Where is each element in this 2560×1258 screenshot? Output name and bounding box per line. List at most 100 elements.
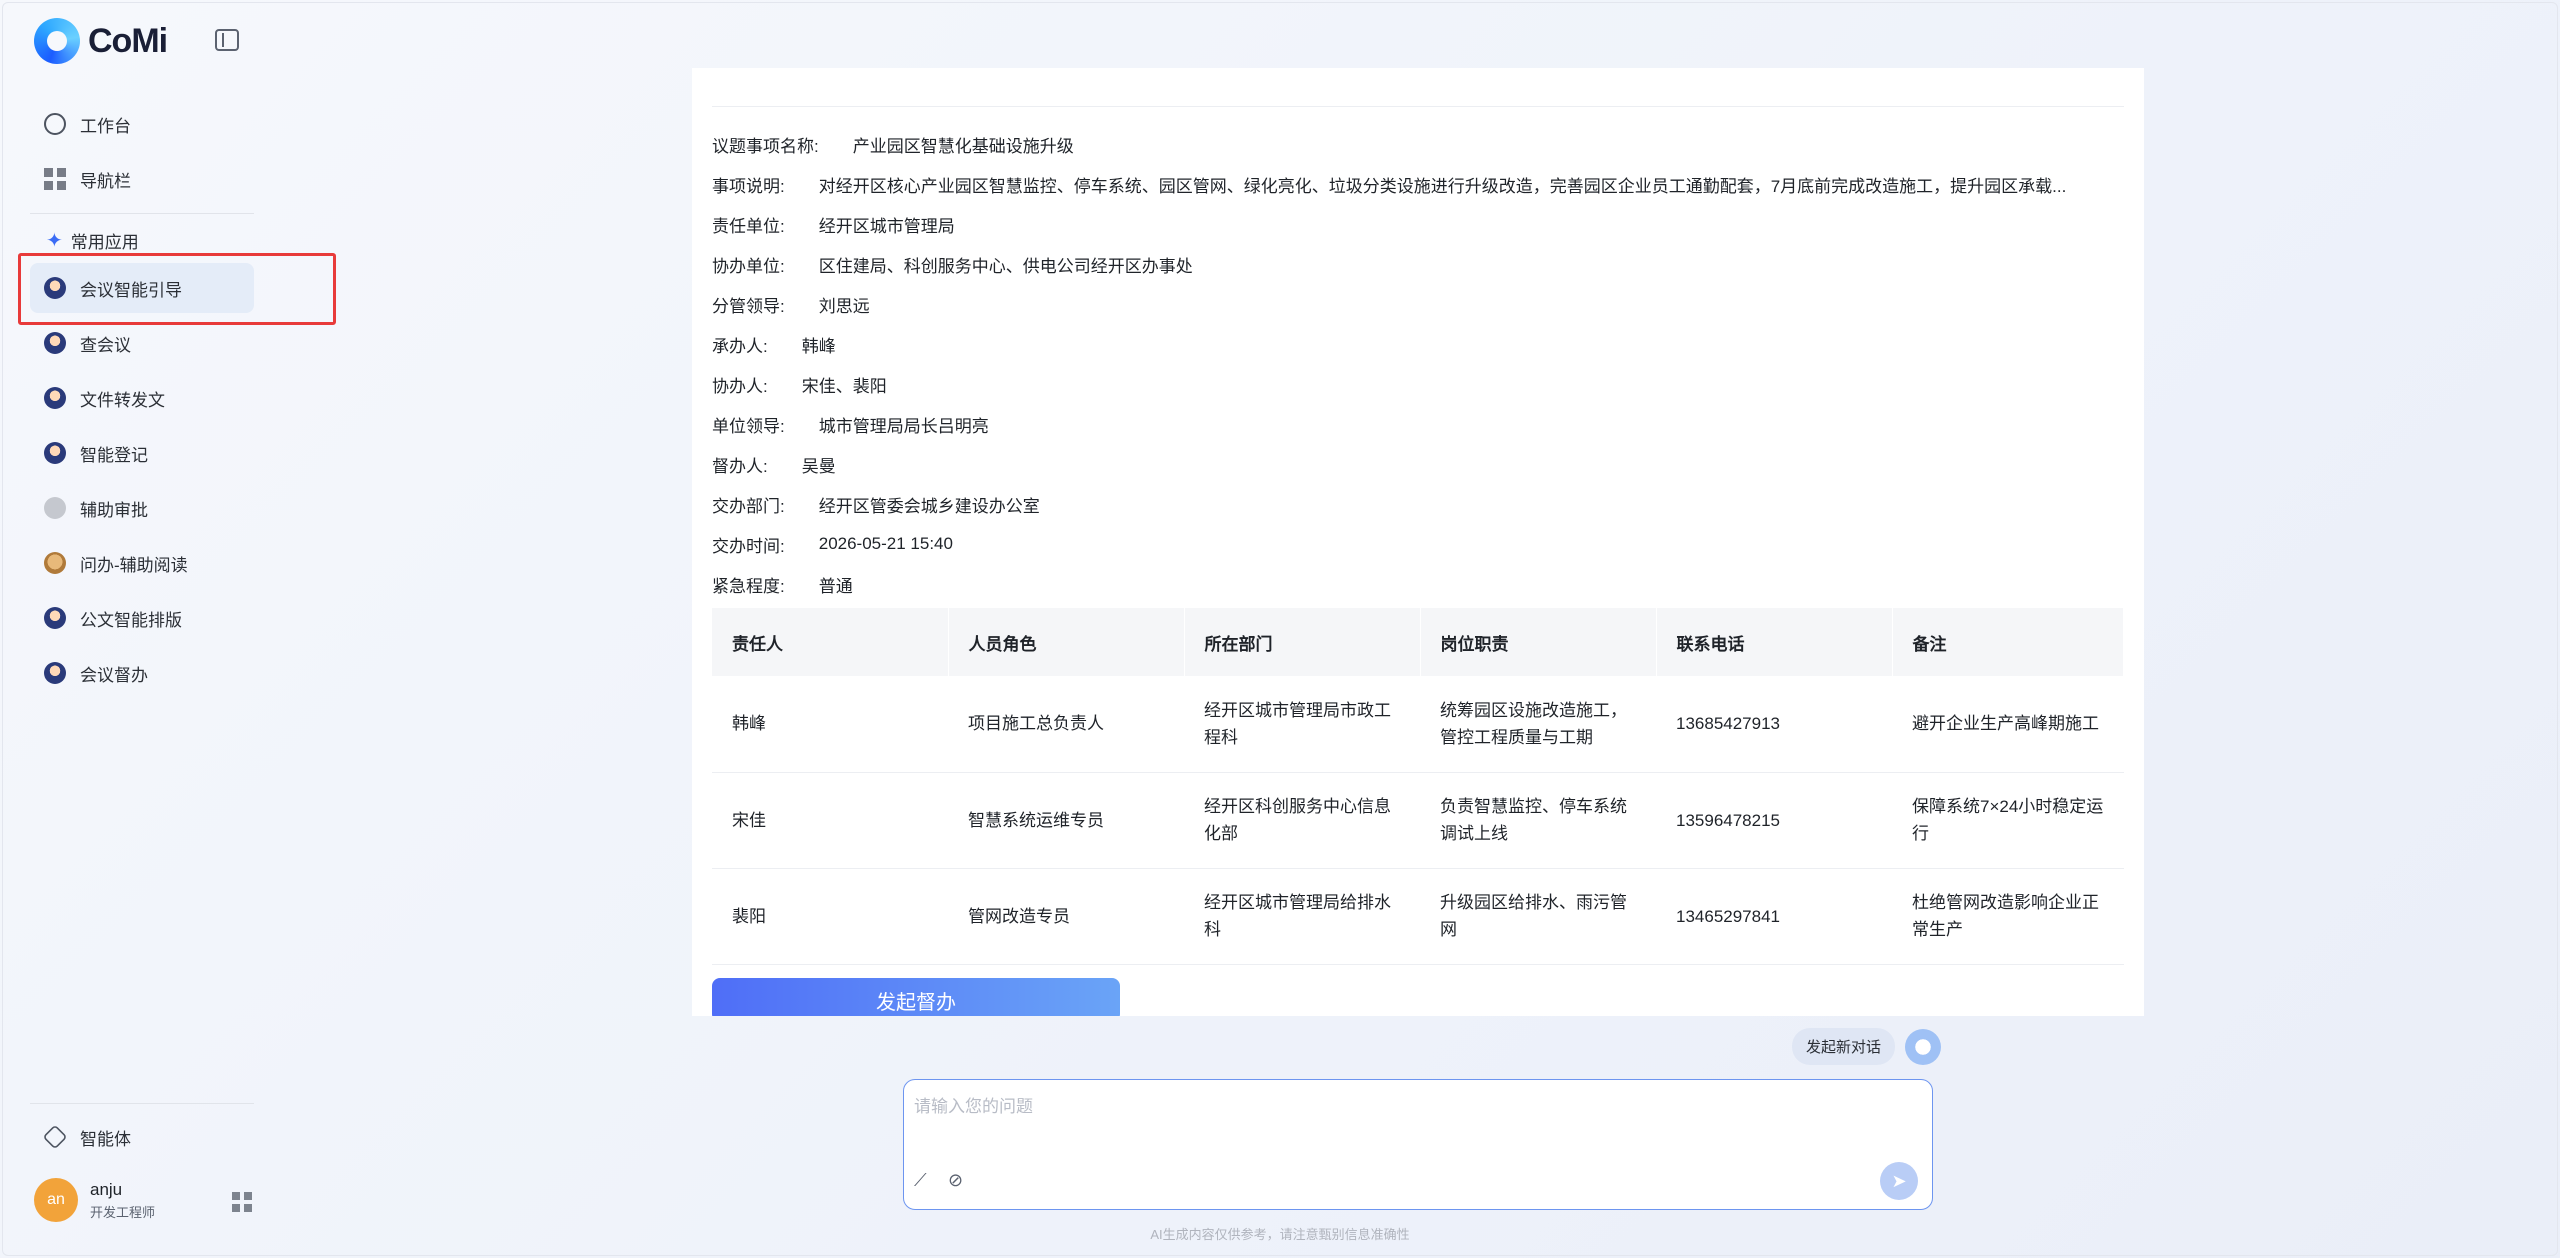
ai-disclaimer: AI生成内容仅供参考，请注意甄别信息准确性 xyxy=(1150,1227,1410,1242)
logo[interactable]: CoMi xyxy=(34,18,168,64)
detail-label: 协办人: xyxy=(712,376,768,396)
section-common-apps: ✦ 常用应用 xyxy=(46,228,139,253)
detail-label: 交办时间: xyxy=(712,536,785,556)
sidebar-item-assist-reading[interactable]: 问办-辅助阅读 xyxy=(30,538,254,588)
column-header: 岗位职责 xyxy=(1420,608,1657,676)
sidebar-item-smart-register[interactable]: 智能登记 xyxy=(30,428,254,478)
send-button[interactable]: ➤ xyxy=(1880,1162,1918,1200)
sidebar-item-assist-approval[interactable]: 辅助审批 xyxy=(30,483,254,533)
detail-label: 议题事项名称: xyxy=(712,136,819,156)
chat-input-box: ⟋ ⊘ ➤ xyxy=(903,1079,1933,1210)
detail-value: 经开区管委会城乡建设办公室 xyxy=(818,496,1040,516)
new-chat-button[interactable]: 发起新对话 xyxy=(1792,1028,1896,1065)
table-cell: 避开企业生产高峰期施工 xyxy=(1892,676,2124,773)
sidebar-item-label: 智能登记 xyxy=(80,445,148,465)
detail-value: 对经开区核心产业园区智慧监控、停车系统、园区管网、绿化亮化、垃圾分类设施进行升级… xyxy=(818,176,2067,196)
new-chat: 发起新对话 xyxy=(1792,1028,1942,1065)
sidebar-item-navbar[interactable]: 导航栏 xyxy=(30,154,254,204)
clock-icon xyxy=(44,113,66,135)
sidebar-item-doc-layout[interactable]: 公文智能排版 xyxy=(30,593,254,643)
detail-label: 分管领导: xyxy=(712,296,785,316)
detail-value: 区住建局、科创服务中心、供电公司经开区办事处 xyxy=(818,256,1193,276)
sidebar-divider xyxy=(30,213,254,214)
sidebar-item-workbench[interactable]: 工作台 xyxy=(30,99,254,149)
column-header: 责任人 xyxy=(712,608,949,676)
detail-label: 紧急程度: xyxy=(712,576,785,596)
detail-row: 紧急程度: 普通 xyxy=(712,564,2066,604)
detail-row: 事项说明: 对经开区核心产业园区智慧监控、停车系统、园区管网、绿化亮化、垃圾分类设… xyxy=(712,164,2066,204)
detail-row: 责任单位: 经开区城市管理局 xyxy=(712,204,2066,244)
gray-circle-icon xyxy=(44,497,66,519)
avatar-icon xyxy=(44,387,66,409)
user-profile[interactable]: an anju 开发工程师 xyxy=(34,1178,155,1222)
logo-text: CoMi xyxy=(88,21,168,60)
avatar: an xyxy=(34,1178,78,1222)
highlight-annotation xyxy=(18,253,336,325)
detail-value: 城市管理局局长吕明亮 xyxy=(818,416,989,436)
sidebar-item-agents[interactable]: 智能体 xyxy=(30,1112,254,1162)
detail-value: 产业园区智慧化基础设施升级 xyxy=(852,136,1074,156)
sidebar: CoMi 工作台 导航栏 ✦ 常用应用 会议智能引导 查会议 文件转发文 智能登… xyxy=(0,0,336,1258)
detail-row: 交办时间: 2026-05-21 15:40 xyxy=(712,524,2066,564)
sidebar-item-label: 文件转发文 xyxy=(80,390,165,410)
sparkle-icon: ✦ xyxy=(46,230,63,252)
qr-code-icon[interactable] xyxy=(232,1192,252,1212)
detail-value: 2026-05-21 15:40 xyxy=(818,534,953,553)
column-header: 所在部门 xyxy=(1184,608,1421,676)
table-cell: 统筹园区设施改造施工，管控工程质量与工期 xyxy=(1420,676,1656,773)
logo-icon xyxy=(34,18,80,64)
detail-value: 经开区城市管理局 xyxy=(818,216,955,236)
table-row: 裴阳 管网改造专员 经开区城市管理局给排水科 升级园区给排水、雨污管网 1346… xyxy=(712,868,2124,965)
column-header: 备注 xyxy=(1892,608,2124,676)
dog-icon xyxy=(44,552,66,574)
avatar-icon xyxy=(44,442,66,464)
section-label: 常用应用 xyxy=(70,233,139,252)
detail-label: 承办人: xyxy=(712,336,768,356)
start-supervision-button[interactable]: 发起督办 xyxy=(712,978,1120,1016)
sidebar-item-label: 智能体 xyxy=(80,1129,131,1149)
chat-input[interactable] xyxy=(914,1092,1904,1152)
table-cell: 保障系统7×24小时稳定运行 xyxy=(1892,772,2124,869)
table-cell: 经开区城市管理局市政工程科 xyxy=(1184,676,1420,773)
responsibility-table: 责任人 人员角色 所在部门 岗位职责 联系电话 备注 韩峰 项目施工总负责人 经… xyxy=(712,608,2124,965)
sidebar-item-file-to-doc[interactable]: 文件转发文 xyxy=(30,373,254,423)
card-divider xyxy=(712,106,2124,107)
detail-row: 协办单位: 区住建局、科创服务中心、供电公司经开区办事处 xyxy=(712,244,2066,284)
sidebar-item-label: 工作台 xyxy=(80,116,131,136)
detail-value: 韩峰 xyxy=(801,336,836,356)
sidebar-item-label: 问办-辅助阅读 xyxy=(80,555,188,575)
table-cell: 智慧系统运维专员 xyxy=(948,772,1184,869)
table-row: 宋佳 智慧系统运维专员 经开区科创服务中心信息化部 负责智慧监控、停车系统调试上… xyxy=(712,772,2124,869)
sidebar-toggle-icon[interactable] xyxy=(215,29,239,51)
agent-icon xyxy=(42,1124,68,1150)
detail-row: 议题事项名称: 产业园区智慧化基础设施升级 xyxy=(712,124,2066,164)
detail-row: 分管领导: 刘思远 xyxy=(712,284,2066,324)
detail-value: 吴曼 xyxy=(801,456,836,476)
table-cell: 13465297841 xyxy=(1656,868,1892,965)
table-cell: 负责智慧监控、停车系统调试上线 xyxy=(1420,772,1656,869)
sidebar-divider xyxy=(30,1103,254,1104)
detail-value: 刘思远 xyxy=(818,296,870,316)
detail-value: 普通 xyxy=(818,576,853,596)
table-header-row: 责任人 人员角色 所在部门 岗位职责 联系电话 备注 xyxy=(712,608,2124,676)
attachment-icon[interactable]: ⊘ xyxy=(948,1170,968,1190)
bot-icon[interactable] xyxy=(1905,1028,1942,1065)
sidebar-item-label: 导航栏 xyxy=(80,171,131,191)
sidebar-item-find-meeting[interactable]: 查会议 xyxy=(30,318,254,368)
sidebar-item-label: 辅助审批 xyxy=(80,500,148,520)
detail-row: 协办人: 宋佳、裴阳 xyxy=(712,364,2066,404)
sidebar-item-meeting-supervise[interactable]: 会议督办 xyxy=(30,648,254,698)
table-cell: 13596478215 xyxy=(1656,772,1892,869)
magic-wand-icon[interactable]: ⟋ xyxy=(914,1170,934,1190)
table-cell: 项目施工总负责人 xyxy=(948,676,1184,773)
grid-icon xyxy=(44,168,66,190)
detail-label: 交办部门: xyxy=(712,496,785,516)
detail-row: 交办部门: 经开区管委会城乡建设办公室 xyxy=(712,484,2066,524)
sidebar-item-label: 查会议 xyxy=(80,335,131,355)
table-cell: 经开区城市管理局给排水科 xyxy=(1184,868,1420,965)
table-cell: 13685427913 xyxy=(1656,676,1892,773)
table-row: 韩峰 项目施工总负责人 经开区城市管理局市政工程科 统筹园区设施改造施工，管控工… xyxy=(712,676,2124,773)
table-cell: 杜绝管网改造影响企业正常生产 xyxy=(1892,868,2124,965)
detail-row: 单位领导: 城市管理局局长吕明亮 xyxy=(712,404,2066,444)
avatar-icon xyxy=(44,332,66,354)
